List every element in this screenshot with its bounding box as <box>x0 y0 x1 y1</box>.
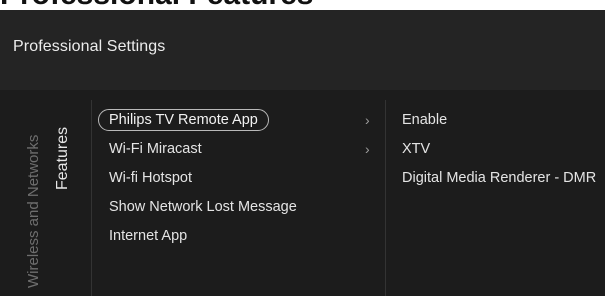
menu-item-wifi-miracast[interactable]: Wi-Fi Miracast › <box>98 135 388 164</box>
settings-header: Professional Settings <box>0 10 605 90</box>
submenu-item-enable[interactable]: Enable <box>402 106 596 135</box>
menu-item-wifi-hotspot[interactable]: Wi-fi Hotspot <box>98 164 388 193</box>
header-title: Professional Settings <box>13 38 166 55</box>
menu-item-label: Wi-Fi Miracast <box>109 141 202 157</box>
submenu-item-dmr[interactable]: Digital Media Renderer - DMR <box>402 164 596 193</box>
menu-item-label: Philips TV Remote App <box>98 109 269 131</box>
features-menu: Philips TV Remote App › Wi-Fi Miracast ›… <box>98 106 388 251</box>
submenu-options: Enable XTV Digital Media Renderer - DMR <box>402 106 596 193</box>
chevron-right-icon: › <box>365 141 370 157</box>
page-heading: Professional Features <box>0 0 605 10</box>
breadcrumb-current: Features <box>54 126 71 190</box>
tv-settings-screen: Professional Settings Wireless and Netwo… <box>0 10 605 296</box>
menu-item-label: Wi-fi Hotspot <box>109 170 192 186</box>
column-divider-left <box>91 100 92 296</box>
menu-item-label: Internet App <box>109 228 188 244</box>
menu-item-show-network-lost-message[interactable]: Show Network Lost Message <box>98 193 388 222</box>
menu-item-label: Show Network Lost Message <box>109 199 297 215</box>
breadcrumb-parent[interactable]: Wireless and Networks <box>24 135 44 288</box>
submenu-item-xtv[interactable]: XTV <box>402 135 596 164</box>
menu-item-philips-tv-remote-app[interactable]: Philips TV Remote App › <box>98 106 388 135</box>
menu-item-internet-app[interactable]: Internet App <box>98 222 388 251</box>
chevron-right-icon: › <box>365 112 370 128</box>
